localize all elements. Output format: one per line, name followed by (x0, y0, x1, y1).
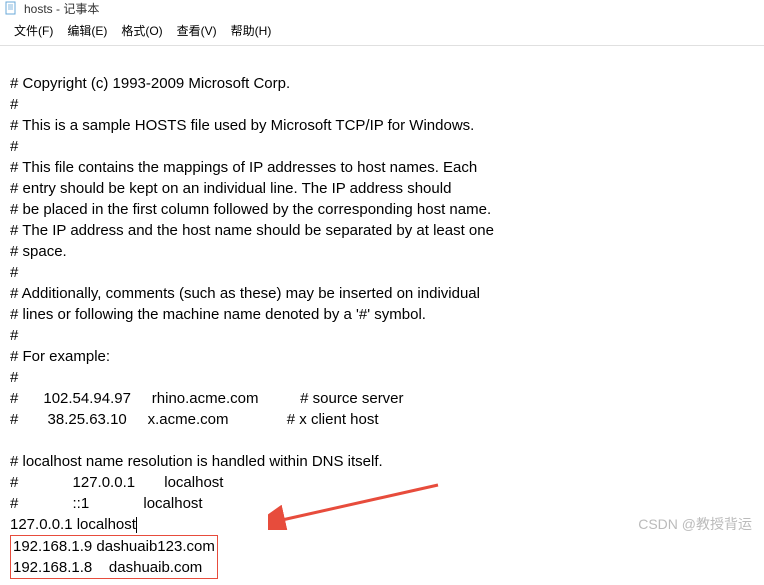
text-line: # (10, 264, 18, 281)
menu-bar: 文件(F) 编辑(E) 格式(O) 查看(V) 帮助(H) (0, 18, 764, 46)
text-line: # ::1 localhost (10, 495, 203, 512)
menu-view[interactable]: 查看(V) (171, 20, 223, 41)
text-line: # space. (10, 243, 67, 260)
menu-edit[interactable]: 编辑(E) (61, 20, 113, 41)
text-line: # For example: (10, 348, 110, 365)
text-line: # (10, 138, 18, 155)
text-line: 192.168.1.8 dashuaib.com (13, 559, 202, 576)
text-line: # (10, 327, 18, 344)
title-bar: hosts - 记事本 (0, 0, 764, 18)
text-line: # (10, 96, 18, 113)
text-line: # Additionally, comments (such as these)… (10, 285, 480, 302)
notepad-icon (4, 1, 18, 15)
text-line: 192.168.1.9 dashuaib123.com (13, 538, 215, 555)
text-line: # 102.54.94.97 rhino.acme.com # source s… (10, 390, 404, 407)
text-line: # lines or following the machine name de… (10, 306, 426, 323)
text-line: # 127.0.0.1 localhost (10, 474, 223, 491)
watermark: CSDN @教授背运 (638, 514, 752, 534)
text-line: # This file contains the mappings of IP … (10, 159, 477, 176)
text-line: # The IP address and the host name shoul… (10, 222, 494, 239)
menu-help[interactable]: 帮助(H) (225, 20, 278, 41)
text-editor-content[interactable]: # Copyright (c) 1993-2009 Microsoft Corp… (0, 46, 764, 585)
text-line: # be placed in the first column followed… (10, 201, 491, 218)
text-line: # localhost name resolution is handled w… (10, 453, 383, 470)
text-line: # (10, 369, 18, 386)
menu-format[interactable]: 格式(O) (115, 20, 168, 41)
text-line: # entry should be kept on an individual … (10, 180, 451, 197)
text-cursor (136, 517, 137, 533)
menu-file[interactable]: 文件(F) (8, 20, 59, 41)
text-line: # This is a sample HOSTS file used by Mi… (10, 117, 474, 134)
text-line: # 38.25.63.10 x.acme.com # x client host (10, 411, 379, 428)
text-line: # Copyright (c) 1993-2009 Microsoft Corp… (10, 75, 290, 92)
window-title: hosts - 记事本 (24, 0, 99, 17)
text-line: 127.0.0.1 localhost (10, 516, 136, 533)
